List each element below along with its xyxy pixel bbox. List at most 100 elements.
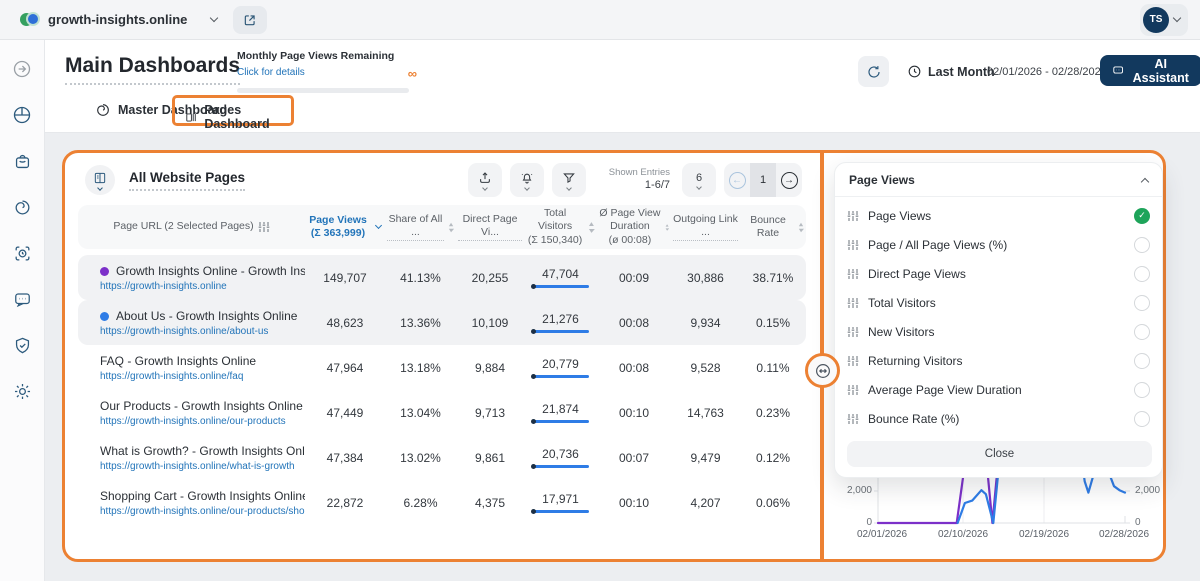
period-selector[interactable]: Last Month xyxy=(907,64,995,79)
page-url-link[interactable]: https://growth-insights.online xyxy=(100,281,305,292)
page-views-value: 47,964 xyxy=(305,361,385,375)
column-share-of-all[interactable]: Share of All ... xyxy=(385,213,456,241)
chevron-down-icon xyxy=(696,184,702,190)
table-row[interactable]: Growth Insights Online - Growth Insights… xyxy=(78,255,806,300)
user-menu[interactable]: TS xyxy=(1140,4,1188,36)
visitors-bar xyxy=(533,465,589,468)
page-views-value: 47,449 xyxy=(305,406,385,420)
export-button[interactable] xyxy=(468,163,502,197)
chevron-down-icon xyxy=(566,185,572,191)
quota-widget: Monthly Page Views Remaining Click for d… xyxy=(237,50,409,93)
metric-option[interactable]: New Visitors xyxy=(847,317,1150,346)
chart-section: 2,000 0 2,000 0 02/01/2026 02/10/2026 02… xyxy=(824,153,1163,559)
page-size-selector[interactable]: 6 xyxy=(682,163,716,197)
avatar: TS xyxy=(1143,7,1169,33)
direct-views-value: 10,109 xyxy=(456,316,524,330)
columns-layout-icon xyxy=(185,110,197,125)
previous-page-button[interactable]: ← xyxy=(724,163,750,197)
metric-option[interactable]: Average Page View Duration xyxy=(847,375,1150,404)
sidebar-item-visitor-focus[interactable] xyxy=(9,240,35,266)
funnel-icon xyxy=(562,171,576,185)
sliders-icon xyxy=(847,239,859,251)
chevron-down-icon xyxy=(97,185,103,191)
metric-option[interactable]: Bounce Rate (%) xyxy=(847,404,1150,433)
panel-resizer[interactable] xyxy=(805,353,840,388)
sidebar xyxy=(0,40,45,581)
sidebar-item-company[interactable] xyxy=(9,148,35,174)
radio-button[interactable] xyxy=(1134,411,1150,427)
metric-option[interactable]: Total Visitors xyxy=(847,288,1150,317)
arrow-right-icon: → xyxy=(781,172,798,189)
radio-button[interactable] xyxy=(1134,266,1150,282)
page-url-link[interactable]: https://growth-insights.online/our-produ… xyxy=(100,416,305,427)
page-views-value: 149,707 xyxy=(305,271,385,285)
column-page-url[interactable]: Page URL (2 Selected Pages) xyxy=(78,220,305,233)
filter-button[interactable] xyxy=(552,163,586,197)
column-sum: (ø 00:08) xyxy=(599,234,661,247)
column-page-views[interactable]: Page Views(Σ 363,999) xyxy=(305,214,385,240)
total-visitors-value: 21,276 xyxy=(542,312,579,326)
radio-button[interactable] xyxy=(1134,382,1150,398)
alerts-button[interactable] xyxy=(510,163,544,197)
next-page-button[interactable]: → xyxy=(776,163,802,197)
column-label: Bounce Rate xyxy=(742,214,794,240)
metric-option[interactable]: Direct Page Views xyxy=(847,259,1150,288)
refresh-button[interactable] xyxy=(858,56,889,87)
sort-icon xyxy=(798,222,804,233)
table-row[interactable]: FAQ - Growth Insights Onlinehttps://grow… xyxy=(78,345,806,390)
site-favicon-icon xyxy=(20,10,40,30)
table-row[interactable]: What is Growth? - Growth Insights Online… xyxy=(78,435,806,480)
sidebar-item-statistics[interactable] xyxy=(9,194,35,220)
website-selector[interactable]: growth-insights.online xyxy=(20,10,217,30)
sidebar-item-settings[interactable] xyxy=(9,378,35,404)
tab-pages-dashboard[interactable]: Pages Dashboard xyxy=(185,103,291,131)
sidebar-item-collapse[interactable] xyxy=(9,56,35,82)
sort-icon xyxy=(448,222,454,233)
page-url-link[interactable]: https://growth-insights.online/our-produ… xyxy=(100,506,305,517)
open-website-button[interactable] xyxy=(233,6,267,34)
sort-desc-icon xyxy=(375,221,382,228)
outgoing-links-value: 9,934 xyxy=(671,316,740,330)
page-url-link[interactable]: https://growth-insights.online/faq xyxy=(100,371,305,382)
page-url-link[interactable]: https://growth-insights.online/what-is-g… xyxy=(100,461,305,472)
chevron-down-icon xyxy=(482,185,488,191)
visitors-bar xyxy=(533,285,589,288)
outgoing-links-value: 30,886 xyxy=(671,271,740,285)
column-total-visitors[interactable]: Total Visitors(Σ 150,340) xyxy=(524,207,597,246)
column-outgoing-links[interactable]: Outgoing Link ... xyxy=(671,213,740,241)
collapse-arrow-icon xyxy=(12,59,32,79)
metric-option-label: Bounce Rate (%) xyxy=(868,412,959,426)
table-title: All Website Pages xyxy=(129,170,245,191)
table-row[interactable]: About Us - Growth Insights Online https:/… xyxy=(78,300,806,345)
page-url-link[interactable]: https://growth-insights.online/about-us xyxy=(100,326,305,337)
page-title-text: About Us - Growth Insights Online xyxy=(116,309,297,323)
metric-option[interactable]: Page Views xyxy=(847,201,1150,230)
dashboard-card: All Website Pages xyxy=(62,150,1166,562)
ai-assistant-button[interactable]: AI Assistant xyxy=(1100,55,1200,86)
radio-button[interactable] xyxy=(1134,353,1150,369)
radio-button[interactable] xyxy=(1134,324,1150,340)
radio-button[interactable] xyxy=(1134,208,1150,224)
direct-views-value: 4,375 xyxy=(456,496,524,510)
sidebar-item-dashboards[interactable] xyxy=(9,102,35,128)
table-row[interactable]: Shopping Cart - Growth Insights Onlineht… xyxy=(78,480,806,525)
metric-option[interactable]: Page / All Page Views (%) xyxy=(847,230,1150,259)
close-button[interactable]: Close xyxy=(847,441,1152,467)
quota-details-link[interactable]: Click for details xyxy=(237,67,305,78)
y-tick-label-right: 0 xyxy=(1135,517,1141,528)
column-page-view-duration[interactable]: Ø Page View Duration(ø 00:08) xyxy=(597,207,671,246)
arrow-left-icon: ← xyxy=(729,172,746,189)
sidebar-item-privacy[interactable] xyxy=(9,332,35,358)
column-bounce-rate[interactable]: Bounce Rate xyxy=(740,214,806,240)
page-body: Main Dashboards Monthly Page Views Remai… xyxy=(45,40,1200,581)
top-bar: growth-insights.online TS xyxy=(0,0,1200,40)
radio-button[interactable] xyxy=(1134,295,1150,311)
widget-type-selector[interactable] xyxy=(85,165,115,195)
duration-value: 00:10 xyxy=(597,496,671,510)
sidebar-item-communication[interactable] xyxy=(9,286,35,312)
metric-panel-header[interactable]: Page Views xyxy=(835,163,1162,197)
radio-button[interactable] xyxy=(1134,237,1150,253)
table-row[interactable]: Our Products - Growth Insights Onlinehtt… xyxy=(78,390,806,435)
metric-option[interactable]: Returning Visitors xyxy=(847,346,1150,375)
column-direct-page-views[interactable]: Direct Page Vi... xyxy=(456,213,524,241)
